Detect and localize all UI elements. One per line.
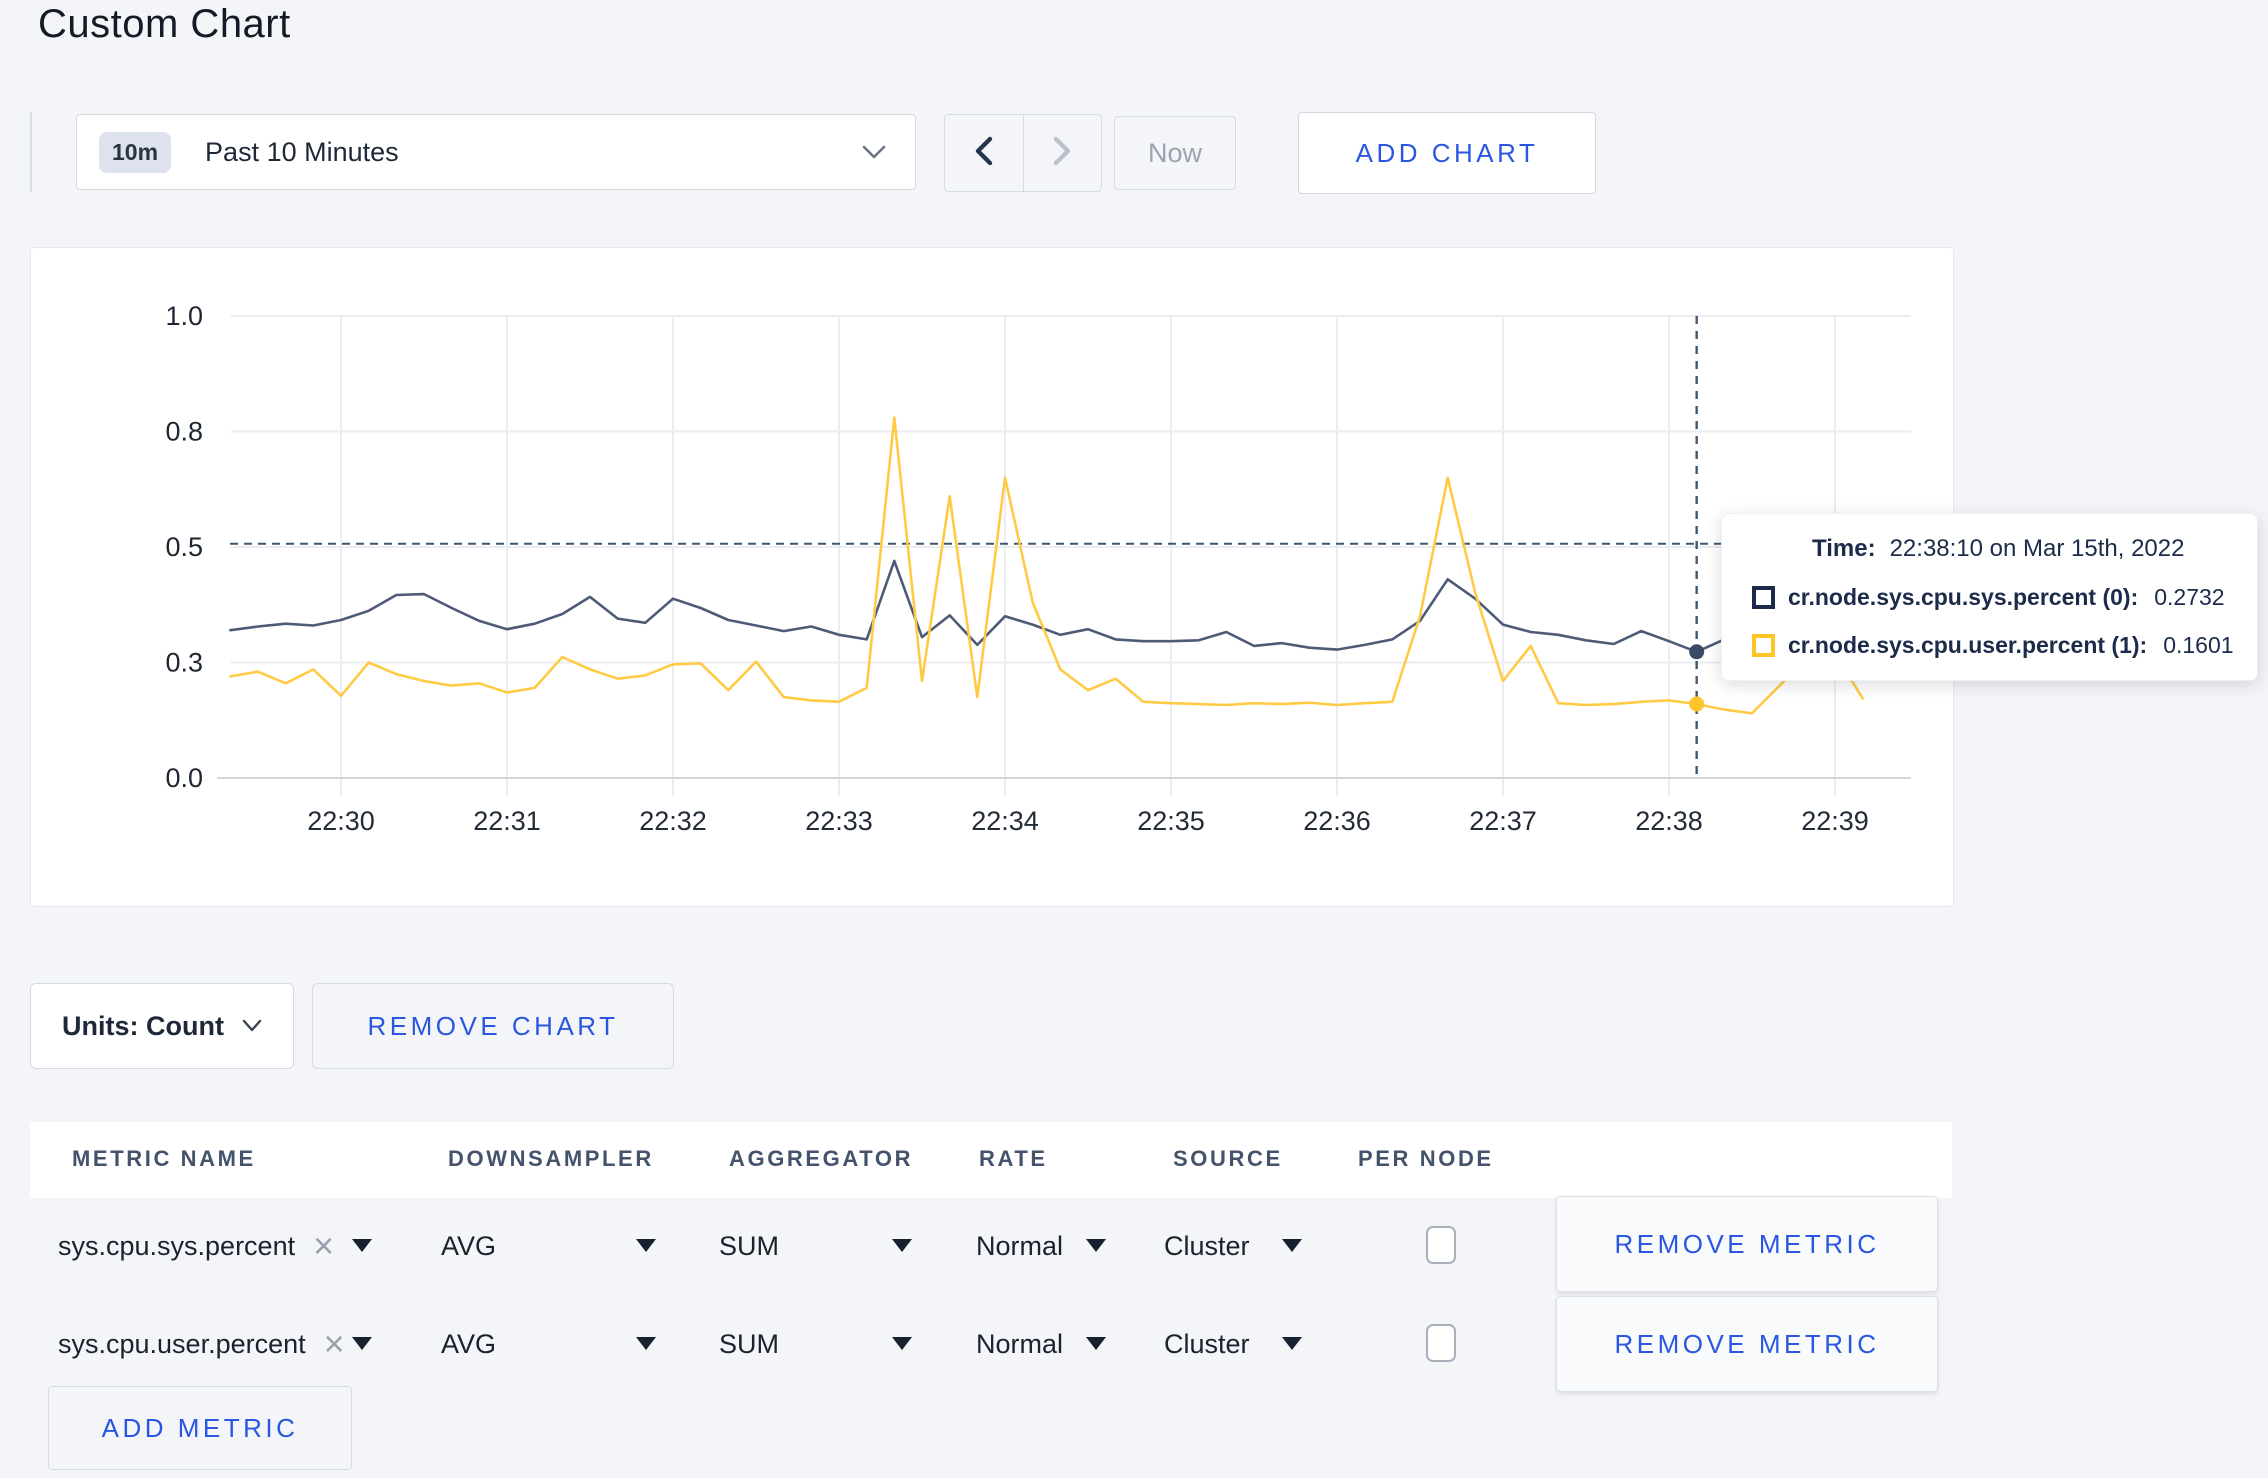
previous-window-button[interactable] — [945, 115, 1024, 191]
svg-text:22:31: 22:31 — [473, 806, 541, 836]
svg-text:22:32: 22:32 — [639, 806, 707, 836]
downsampler-caret-icon[interactable] — [636, 1239, 656, 1252]
tooltip-series-row: cr.node.sys.cpu.user.percent (1): 0.1601 — [1752, 632, 2257, 659]
svg-text:22:36: 22:36 — [1303, 806, 1371, 836]
tooltip-series-label: cr.node.sys.cpu.sys.percent (0): — [1788, 584, 2139, 610]
x-gridlines — [340, 316, 1836, 796]
metric-name-value: sys.cpu.sys.percent — [58, 1230, 296, 1261]
column-header-downsampler: DOWNSAMPLER — [448, 1146, 654, 1171]
y-gridlines — [217, 315, 1911, 779]
page-title: Custom Chart — [38, 2, 291, 46]
rate-caret-icon[interactable] — [1086, 1337, 1106, 1350]
svg-text:22:35: 22:35 — [1137, 806, 1205, 836]
svg-text:22:33: 22:33 — [805, 806, 873, 836]
now-button[interactable]: Now — [1114, 116, 1236, 190]
svg-text:22:37: 22:37 — [1469, 806, 1537, 836]
chevron-down-icon — [242, 1019, 262, 1037]
next-window-button[interactable] — [1024, 115, 1102, 191]
chevron-right-icon — [1051, 135, 1073, 172]
rate-select[interactable]: Normal — [976, 1296, 1063, 1392]
remove-chart-button[interactable]: REMOVE CHART — [312, 983, 674, 1069]
remove-metric-button[interactable]: REMOVE METRIC — [1556, 1296, 1938, 1392]
units-dropdown[interactable]: Units: Count — [30, 983, 294, 1069]
downsampler-select[interactable]: AVG — [441, 1296, 496, 1392]
metric-name-caret-icon[interactable] — [352, 1239, 372, 1252]
sys-series-swatch-icon — [1752, 586, 1775, 609]
metric-name-value: sys.cpu.user.percent — [58, 1328, 306, 1359]
timeseries-chart[interactable]: 0.0 0.3 0.5 0.8 1.0 22:30 22:31 22:32 22:33 22:34… — [31, 248, 1953, 906]
time-range-dropdown[interactable]: 10m Past 10 Minutes — [76, 114, 916, 190]
svg-text:22:38: 22:38 — [1635, 806, 1703, 836]
tooltip-series-value: 0.2732 — [2154, 584, 2225, 610]
metric-name-caret-icon[interactable] — [352, 1337, 372, 1350]
x-axis-labels: 22:30 22:31 22:32 22:33 22:34 22:35 22:36 22:37… — [307, 806, 1869, 836]
chevron-left-icon — [973, 135, 995, 172]
custom-chart-page: Custom Chart 10m Past 10 Minutes Now ADD… — [0, 0, 2268, 1478]
chart-card: 0.0 0.3 0.5 0.8 1.0 22:30 22:31 22:32 22:33 22:34… — [30, 247, 1954, 907]
tooltip-time-label: Time: — [1812, 535, 1876, 562]
tooltip-time: Time: 22:38:10 on Mar 15th, 2022 — [1752, 535, 2257, 563]
series-line-user-percent — [229, 416, 1864, 715]
svg-text:22:30: 22:30 — [307, 806, 375, 836]
y-axis-labels: 0.0 0.3 0.5 0.8 1.0 — [165, 301, 203, 793]
per-node-checkbox[interactable] — [1426, 1324, 1456, 1362]
column-header-aggregator: AGGREGATOR — [729, 1146, 914, 1171]
source-select[interactable]: Cluster — [1164, 1198, 1250, 1294]
source-caret-icon[interactable] — [1282, 1337, 1302, 1350]
metrics-table-header: METRIC NAME DOWNSAMPLER AGGREGATOR RATE … — [30, 1122, 1952, 1198]
remove-metric-button[interactable]: REMOVE METRIC — [1556, 1196, 1938, 1292]
time-range-badge: 10m — [99, 131, 172, 173]
source-select[interactable]: Cluster — [1164, 1296, 1250, 1392]
svg-text:0.0: 0.0 — [165, 763, 203, 793]
rate-select[interactable]: Normal — [976, 1198, 1063, 1294]
column-header-per-node: PER NODE — [1358, 1146, 1494, 1171]
units-label: Units: Count — [62, 1010, 224, 1041]
clear-metric-icon[interactable]: × — [324, 1326, 345, 1362]
metric-name-select[interactable]: sys.cpu.sys.percent × — [58, 1198, 334, 1294]
tooltip-series-row: cr.node.sys.cpu.sys.percent (0): 0.2732 — [1752, 584, 2257, 611]
tooltip-time-value: 22:38:10 on Mar 15th, 2022 — [1889, 535, 2185, 562]
svg-text:0.3: 0.3 — [165, 648, 203, 678]
add-chart-button[interactable]: ADD CHART — [1298, 112, 1596, 194]
aggregator-select[interactable]: SUM — [719, 1296, 779, 1392]
time-window-pager — [944, 114, 1102, 192]
aggregator-select[interactable]: SUM — [719, 1198, 779, 1294]
time-range-label: Past 10 Minutes — [205, 136, 399, 167]
tooltip-series-value: 0.1601 — [2163, 632, 2234, 658]
svg-text:1.0: 1.0 — [165, 301, 203, 331]
source-caret-icon[interactable] — [1282, 1239, 1302, 1252]
aggregator-caret-icon[interactable] — [892, 1337, 912, 1350]
column-header-rate: RATE — [979, 1146, 1048, 1171]
per-node-checkbox[interactable] — [1426, 1226, 1456, 1264]
add-metric-button[interactable]: ADD METRIC — [48, 1386, 352, 1470]
column-header-metric-name: METRIC NAME — [72, 1146, 256, 1171]
svg-text:0.5: 0.5 — [165, 532, 203, 562]
svg-text:0.8: 0.8 — [165, 417, 203, 447]
downsampler-caret-icon[interactable] — [636, 1337, 656, 1350]
chart-tooltip: Time: 22:38:10 on Mar 15th, 2022 cr.node.… — [1721, 513, 2258, 681]
svg-text:22:39: 22:39 — [1801, 806, 1869, 836]
downsampler-select[interactable]: AVG — [441, 1198, 496, 1294]
toolbar-divider — [30, 112, 32, 192]
user-series-swatch-icon — [1752, 634, 1775, 657]
clear-metric-icon[interactable]: × — [313, 1228, 334, 1264]
rate-caret-icon[interactable] — [1086, 1239, 1106, 1252]
tooltip-series-label: cr.node.sys.cpu.user.percent (1): — [1788, 632, 2148, 658]
column-header-source: SOURCE — [1173, 1146, 1283, 1171]
chevron-down-icon — [861, 144, 887, 165]
metric-name-select[interactable]: sys.cpu.user.percent × — [58, 1296, 345, 1392]
aggregator-caret-icon[interactable] — [892, 1239, 912, 1252]
svg-text:22:34: 22:34 — [971, 806, 1039, 836]
